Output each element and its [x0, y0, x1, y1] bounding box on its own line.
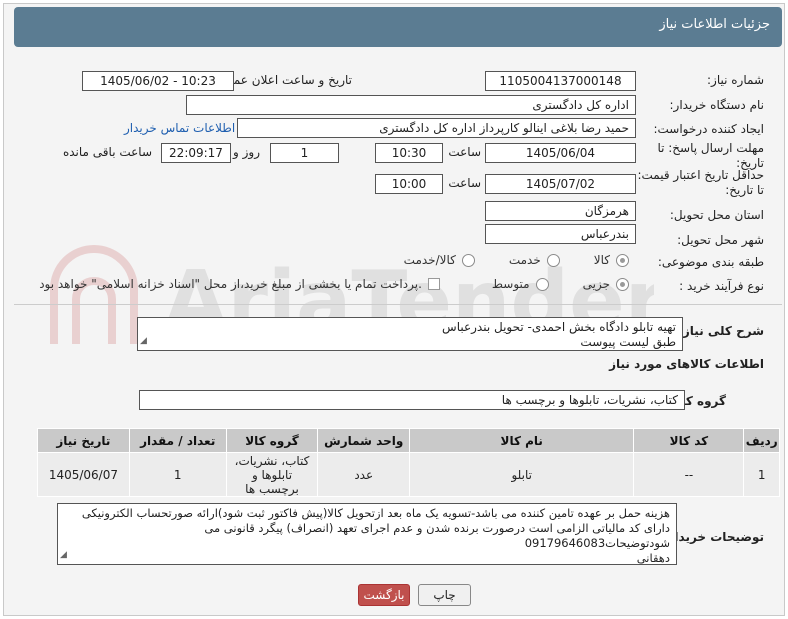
reply-deadline-label: مهلت ارسال پاسخ: تا تاریخ: [657, 141, 764, 170]
category-service-radio[interactable] [546, 253, 560, 267]
cell-group: کتاب، نشریات، تابلوها و برچسب ها [225, 452, 319, 497]
buyer-org-label: نام دستگاه خریدار: [669, 98, 765, 112]
category-radio-group: کالا خدمت کالا/خدمت [404, 253, 629, 267]
category-both-radio[interactable] [461, 253, 475, 267]
goods-group-field[interactable]: کتاب، نشریات، تابلوها و برچسب ها [139, 390, 685, 410]
remaining-time-label: ساعت باقی مانده [62, 145, 152, 159]
category-service-label: خدمت [508, 253, 541, 267]
province-field[interactable]: هرمزگان [485, 201, 636, 221]
col-code: کد کالا [633, 428, 745, 453]
price-validity-label: حداقل تاریخ اعتبار قیمت: تا تاریخ: [637, 168, 764, 197]
province-label: استان محل تحویل: [669, 208, 764, 222]
buyer-contact-link[interactable]: اطلاعات تماس خریدار [124, 121, 235, 135]
price-validity-time-label: ساعت [448, 176, 481, 190]
cell-qty: 1 [128, 452, 227, 497]
page-header: جزئیات اطلاعات نیاز [14, 7, 782, 47]
col-unit: واحد شمارش [317, 428, 411, 453]
resize-handle-icon[interactable]: ◢ [60, 548, 67, 563]
cell-code: -- [633, 452, 745, 497]
process-medium-label: متوسط [491, 277, 530, 291]
back-button[interactable]: بازگشت [358, 584, 410, 606]
cell-name: تابلو [409, 452, 635, 497]
category-goods-label: کالا [593, 253, 610, 267]
price-validity-time-field[interactable]: 10:00 [375, 174, 443, 194]
cell-row: 1 [743, 452, 780, 497]
category-both-label: کالا/خدمت [403, 253, 456, 267]
treasury-payment-label: پرداخت تمام یا بخشی از مبلغ خرید،از محل … [39, 277, 422, 291]
buyer-notes-line1: هزینه حمل بر عهده تامین کننده می باشد-تس… [81, 506, 670, 520]
cell-unit: عدد [317, 452, 411, 497]
city-label: شهر محل تحویل: [677, 233, 764, 247]
resize-handle-icon[interactable]: ◢ [140, 334, 147, 349]
need-number-field[interactable]: 1105004137000148 [485, 71, 636, 91]
goods-table-header: ردیف کد کالا نام کالا واحد شمارش گروه کا… [37, 428, 780, 453]
general-description-line2: طبق لیست پیوست [580, 335, 676, 349]
buyer-org-field[interactable]: اداره کل دادگستری [186, 95, 636, 115]
general-description-line1: تهیه تابلو دادگاه بخش احمدی- تحویل بندرع… [442, 320, 676, 334]
reply-deadline-date-field[interactable]: 1405/06/04 [485, 143, 636, 163]
process-type-radio-group: جزیی متوسط پرداخت تمام یا بخشی از مبلغ خ… [39, 277, 629, 291]
goods-table: ردیف کد کالا نام کالا واحد شمارش گروه کا… [37, 428, 780, 497]
process-medium-radio[interactable] [535, 277, 549, 291]
col-qty: تعداد / مقدار [128, 428, 227, 453]
city-field[interactable]: بندرعباس [485, 224, 636, 244]
table-row[interactable]: 1 -- تابلو عدد کتاب، نشریات، تابلوها و ب… [37, 452, 780, 497]
remaining-days-label: روز و [233, 145, 260, 159]
page-title: جزئیات اطلاعات نیاز [659, 17, 770, 32]
category-goods-radio[interactable] [616, 253, 629, 267]
process-minor-radio[interactable] [616, 277, 629, 291]
treasury-payment-checkbox[interactable] [427, 278, 440, 290]
col-date: تاریخ نیاز [37, 428, 130, 453]
buyer-notes-line3: دهقانی [636, 551, 670, 565]
general-description-label: شرح کلی نیاز: [678, 324, 764, 338]
requester-label: ایجاد کننده درخواست: [653, 122, 764, 136]
remaining-days-field[interactable]: 1 [270, 143, 339, 163]
buyer-notes-textarea[interactable]: هزینه حمل بر عهده تامین کننده می باشد-تس… [57, 503, 677, 565]
reply-deadline-time-label: ساعت [448, 145, 481, 159]
need-number-label: شماره نیاز: [707, 73, 764, 87]
goods-section-title: اطلاعات کالاهای مورد نیاز [609, 357, 764, 371]
buyer-notes-line2: دارای کد مالیاتی الزامی است درصورت برنده… [204, 521, 670, 550]
remaining-time-field[interactable]: 22:09:17 [161, 143, 231, 163]
col-name: نام کالا [409, 428, 635, 453]
col-row: ردیف [743, 428, 780, 453]
announce-datetime-field[interactable]: 1405/06/02 - 10:23 [82, 71, 234, 91]
print-button[interactable]: چاپ [418, 584, 471, 606]
section-divider [14, 304, 782, 305]
price-validity-date-field[interactable]: 1405/07/02 [485, 174, 636, 194]
col-group: گروه کالا [225, 428, 319, 453]
cell-date: 1405/06/07 [37, 452, 130, 497]
general-description-textarea[interactable]: تهیه تابلو دادگاه بخش احمدی- تحویل بندرع… [137, 317, 683, 351]
requester-field[interactable]: حمید رضا بلاغی اینالو کارپرداز اداره کل … [237, 118, 636, 138]
buyer-notes-label: توضیحات خریدار: [662, 530, 764, 544]
main-panel: جزئیات اطلاعات نیاز AriaTender.net شماره… [3, 3, 785, 616]
process-type-label: نوع فرآیند خرید : [679, 279, 764, 293]
category-label: طبقه بندی موضوعی: [657, 255, 764, 269]
process-minor-label: جزیی [582, 277, 610, 291]
reply-deadline-time-field[interactable]: 10:30 [375, 143, 443, 163]
